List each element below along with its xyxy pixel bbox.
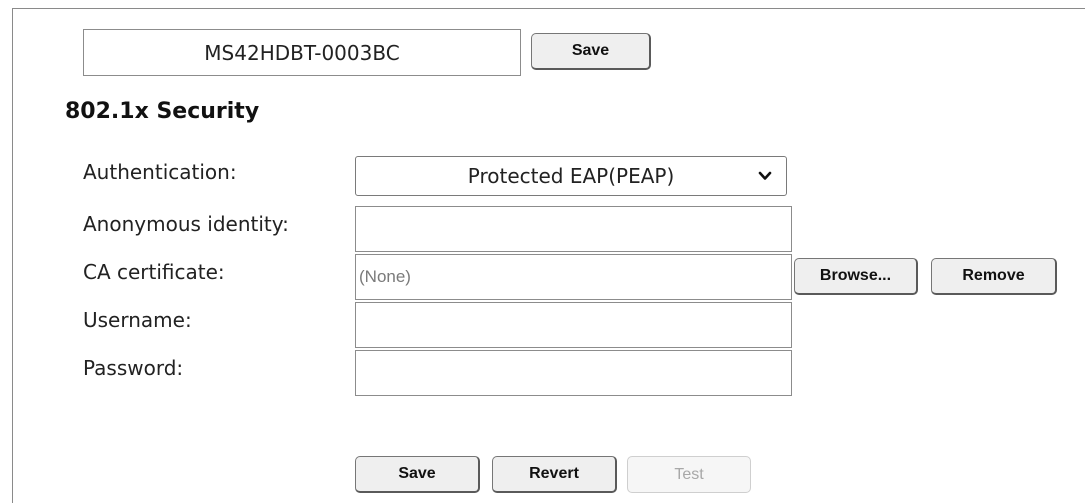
ca-certificate-label: CA certificate: (83, 260, 225, 284)
save-button[interactable]: Save (355, 456, 480, 493)
anonymous-identity-input[interactable] (355, 206, 792, 252)
hostname-save-button[interactable]: Save (531, 33, 651, 70)
username-label: Username: (83, 308, 192, 332)
ca-certificate-value: (None) (359, 267, 411, 286)
remove-button[interactable]: Remove (931, 258, 1057, 295)
authentication-label: Authentication: (83, 160, 237, 184)
anonymous-identity-label: Anonymous identity: (83, 212, 289, 236)
password-label: Password: (83, 356, 184, 380)
password-input[interactable] (355, 350, 792, 396)
hostname-input[interactable] (83, 29, 521, 76)
chevron-down-icon (758, 171, 772, 180)
username-input[interactable] (355, 302, 792, 348)
ca-certificate-field[interactable]: (None) (355, 254, 792, 300)
section-title: 802.1x Security (65, 99, 260, 124)
test-button[interactable]: Test (627, 456, 751, 493)
browse-button[interactable]: Browse... (794, 258, 918, 295)
authentication-selected-value: Protected EAP(PEAP) (467, 164, 675, 188)
authentication-select[interactable]: Protected EAP(PEAP) (355, 156, 787, 196)
revert-button[interactable]: Revert (492, 456, 617, 493)
